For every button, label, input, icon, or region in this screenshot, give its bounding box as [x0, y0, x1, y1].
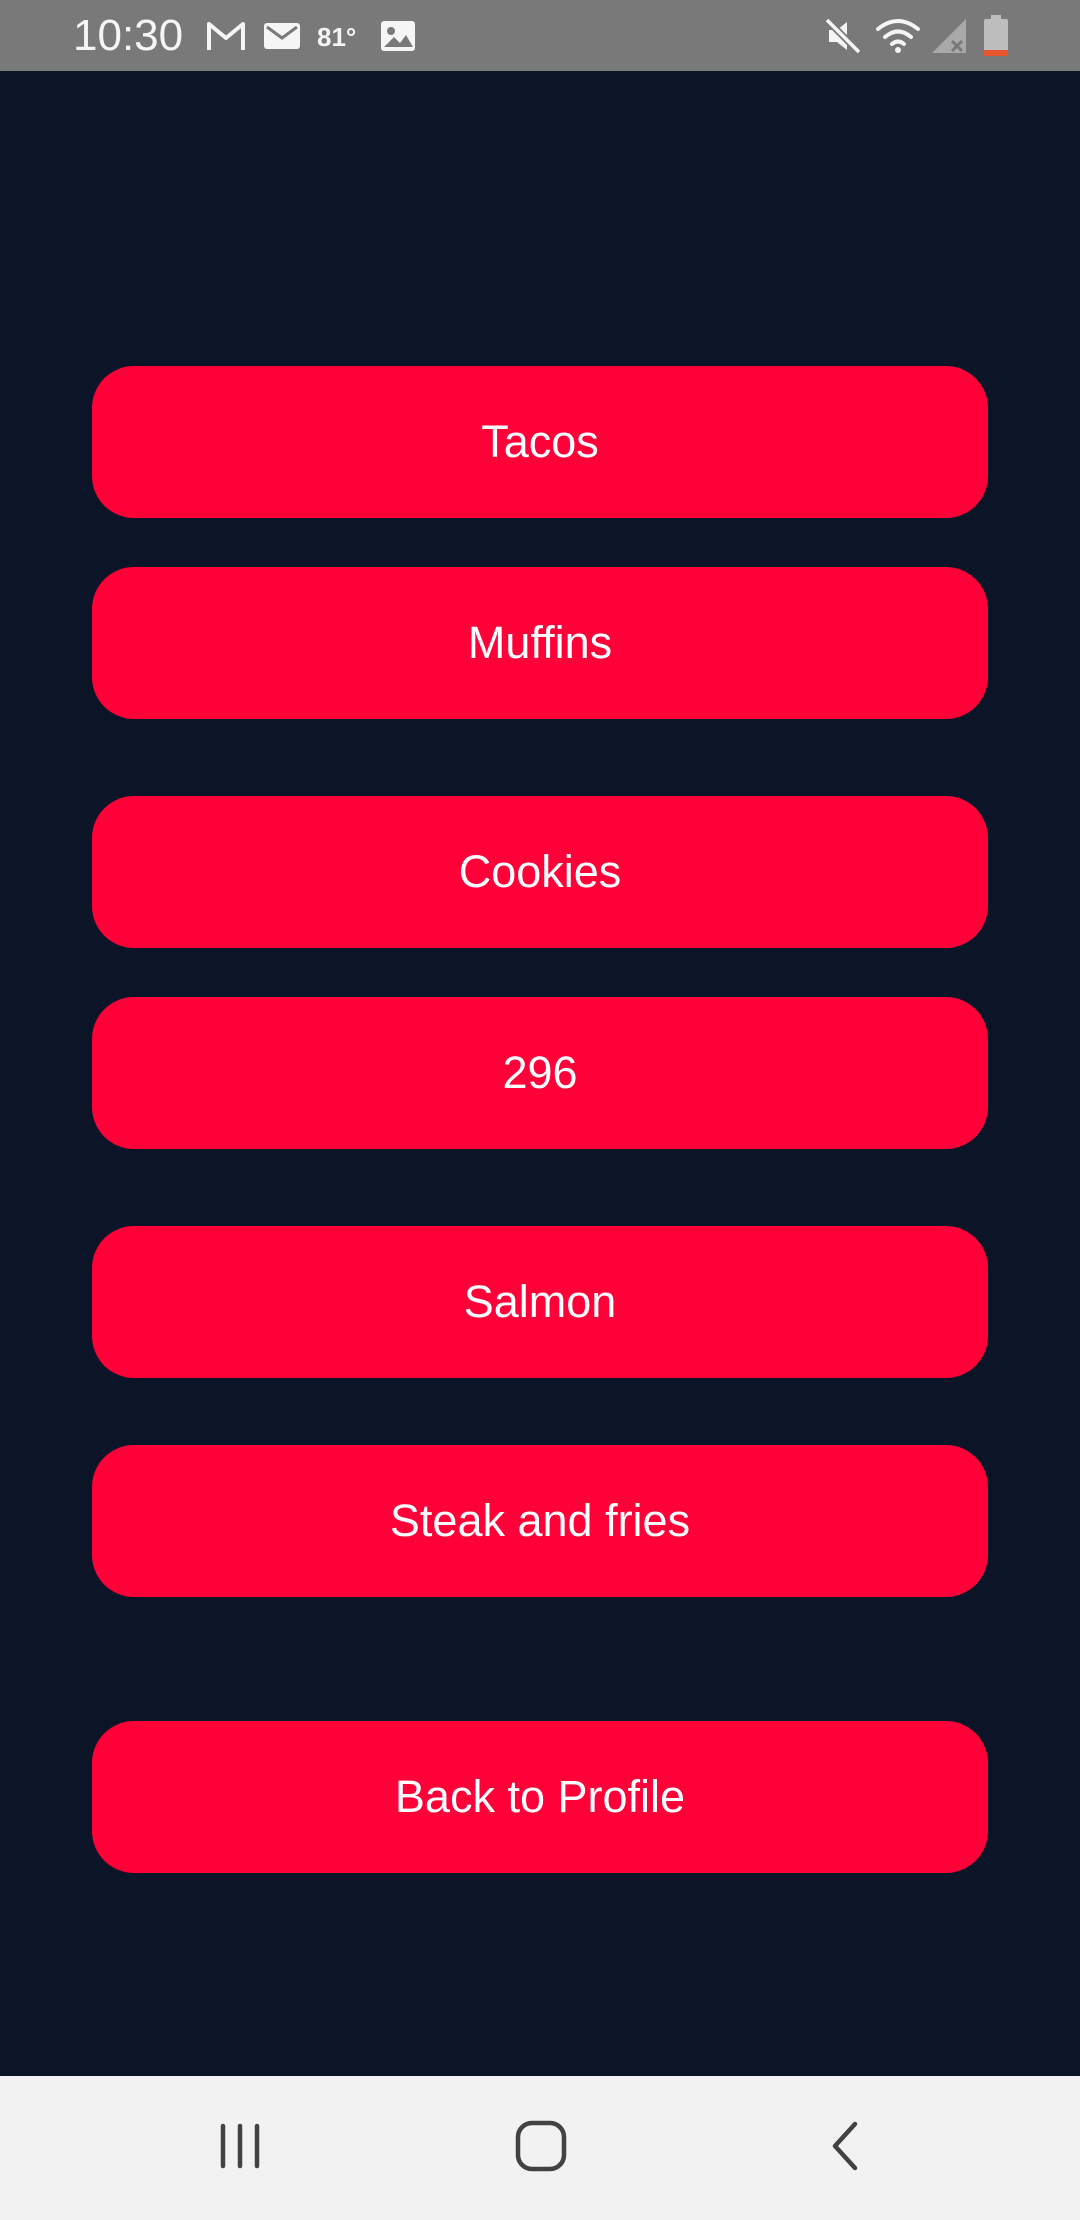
food-button-tacos[interactable]: Tacos: [92, 366, 988, 518]
back-icon: [825, 2120, 865, 2177]
image-icon: [375, 14, 421, 58]
food-button-cookies[interactable]: Cookies: [92, 796, 988, 948]
food-button-label: Salmon: [463, 1276, 617, 1327]
food-button-steak-and-fries[interactable]: Steak and fries: [92, 1445, 988, 1597]
mute-icon: [820, 14, 866, 58]
back-to-profile-button[interactable]: Back to Profile: [92, 1721, 988, 1873]
home-button[interactable]: [491, 2098, 591, 2198]
recent-apps-icon: [216, 2122, 264, 2175]
food-button-label: Steak and fries: [389, 1495, 691, 1546]
food-button-salmon[interactable]: Salmon: [92, 1226, 988, 1378]
food-button-296[interactable]: 296: [92, 997, 988, 1149]
status-time: 10:30: [73, 11, 184, 60]
wifi-icon: [872, 14, 924, 58]
home-icon: [515, 2120, 567, 2177]
navigation-bar: [0, 2076, 1080, 2220]
status-temperature: 81°: [317, 22, 357, 52]
email-icon: [259, 14, 305, 58]
status-bar: 10:30 81°: [0, 0, 1080, 71]
food-button-muffins[interactable]: Muffins: [92, 567, 988, 719]
cellular-signal-icon: [927, 14, 971, 58]
app-screen: 10:30 81° Tacos Muffins Cookies 296 Salm…: [0, 0, 1080, 2220]
recent-apps-button[interactable]: [190, 2098, 290, 2198]
food-button-label: Cookies: [458, 846, 622, 897]
food-button-label: 296: [502, 1047, 578, 1098]
gmail-icon: [203, 14, 249, 58]
food-button-label: Tacos: [481, 416, 599, 467]
battery-icon: [979, 14, 1013, 58]
back-button[interactable]: [795, 2098, 895, 2198]
food-button-label: Muffins: [467, 617, 613, 668]
back-to-profile-label: Back to Profile: [394, 1771, 686, 1822]
